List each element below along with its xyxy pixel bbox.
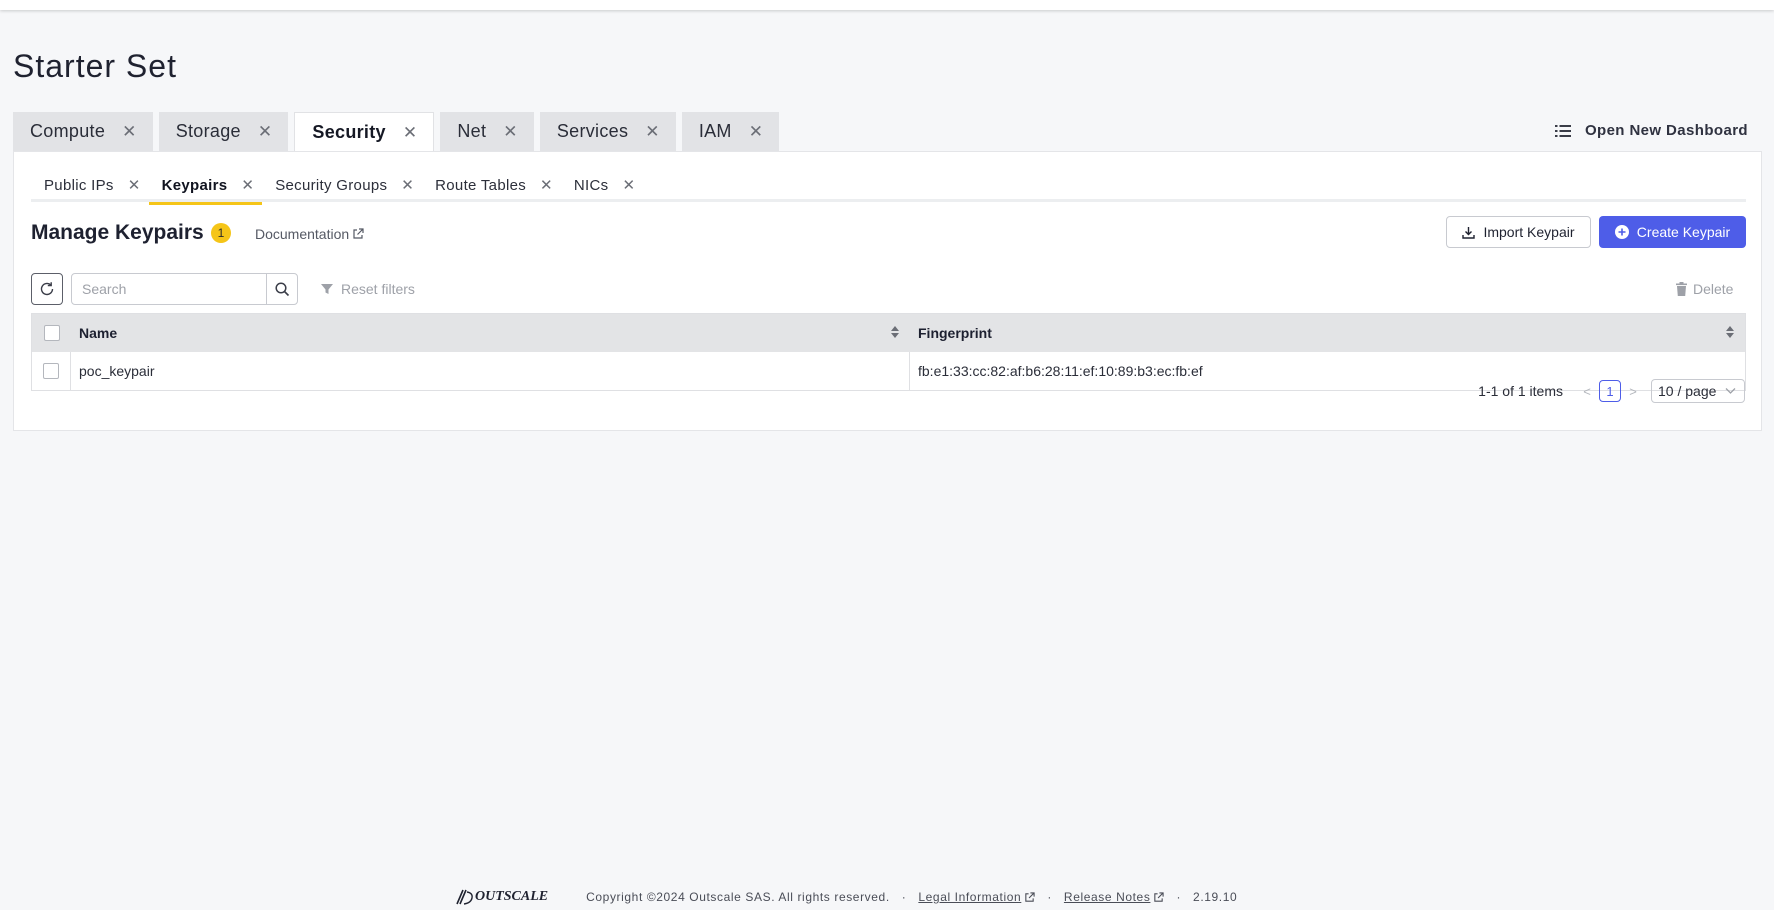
close-icon[interactable]: ✕: [540, 176, 553, 194]
close-icon[interactable]: ✕: [749, 122, 764, 142]
subtab-label: Security Groups: [275, 176, 388, 194]
subtab-label: Public IPs: [44, 176, 114, 194]
next-page-icon[interactable]: >: [1625, 384, 1641, 399]
tab-security[interactable]: Security ✕: [294, 112, 435, 152]
filter-icon: [321, 284, 333, 294]
delete-button[interactable]: Delete: [1676, 281, 1733, 297]
column-header-name[interactable]: Name: [71, 314, 910, 352]
sort-icon[interactable]: [890, 325, 900, 339]
3ds-logo-icon: [456, 889, 473, 905]
search-button[interactable]: [266, 273, 298, 305]
close-icon[interactable]: ✕: [401, 176, 414, 194]
page-number-button[interactable]: 1: [1599, 380, 1621, 402]
external-link-icon: [1025, 891, 1035, 902]
open-new-dashboard-button[interactable]: Open New Dashboard: [1554, 122, 1748, 139]
legal-information-link[interactable]: Legal Information: [918, 890, 1035, 904]
select-all-cell: [32, 314, 71, 352]
import-keypair-button[interactable]: Import Keypair: [1446, 216, 1591, 248]
outscale-logo: OUTSCALE: [455, 888, 548, 906]
subtab-public-ips[interactable]: Public IPs ✕: [31, 168, 149, 202]
section-title: Manage Keypairs: [31, 221, 204, 244]
legal-information-label: Legal Information: [918, 890, 1022, 904]
footer: OUTSCALE Copyright ©2024 Outscale SAS. A…: [455, 887, 1237, 907]
dashboard-tabs: Compute ✕ Storage ✕ Security ✕ Net ✕ Ser…: [13, 112, 785, 152]
subtab-route-tables[interactable]: Route Tables ✕: [422, 168, 561, 202]
close-icon[interactable]: ✕: [503, 122, 518, 142]
sort-icon[interactable]: [1725, 325, 1735, 339]
sub-tabs: Public IPs ✕ Keypairs ✕ Security Groups …: [31, 168, 1746, 205]
import-keypair-label: Import Keypair: [1483, 224, 1575, 240]
open-new-dashboard-label: Open New Dashboard: [1584, 122, 1748, 139]
trash-icon: [1676, 282, 1687, 296]
external-link-icon: [1154, 891, 1165, 902]
create-keypair-label: Create Keypair: [1636, 224, 1731, 240]
column-header-label: Name: [79, 325, 118, 341]
download-icon: [1462, 226, 1476, 239]
subtab-keypairs[interactable]: Keypairs ✕: [148, 168, 263, 205]
documentation-label: Documentation: [255, 226, 350, 242]
search-icon: [274, 281, 289, 296]
delete-label: Delete: [1693, 281, 1734, 297]
footer-separator: ·: [1047, 890, 1052, 904]
close-icon[interactable]: ✕: [258, 122, 273, 142]
column-header-label: Fingerprint: [918, 325, 992, 341]
close-icon[interactable]: ✕: [128, 176, 141, 194]
tab-label: Security: [312, 122, 386, 142]
row-checkbox[interactable]: [43, 363, 59, 379]
footer-separator: ·: [901, 890, 907, 904]
copyright-text: Copyright ©2024 Outscale SAS. All rights…: [586, 890, 890, 904]
tab-label: Compute: [30, 121, 106, 141]
subtab-label: NICs: [573, 176, 609, 194]
page-title: Starter Set: [13, 48, 177, 84]
version-text: 2.19.10: [1193, 890, 1238, 904]
pagination: 1-1 of 1 items < 1 > 10 / page: [1478, 379, 1745, 403]
tab-storage[interactable]: Storage ✕: [158, 112, 289, 151]
page-size-value: 10 / page: [1658, 383, 1717, 399]
close-icon[interactable]: ✕: [622, 176, 635, 194]
top-bar: [0, 0, 1774, 10]
column-header-fingerprint[interactable]: Fingerprint: [910, 314, 1745, 352]
row-select-cell: [32, 352, 71, 390]
refresh-icon: [40, 282, 54, 296]
close-icon[interactable]: ✕: [241, 176, 254, 194]
tab-label: Storage: [175, 121, 241, 141]
list-icon: [1554, 124, 1571, 137]
subtab-label: Route Tables: [435, 176, 527, 194]
pagination-total: 1-1 of 1 items: [1478, 383, 1563, 399]
tab-net[interactable]: Net ✕: [440, 112, 534, 151]
chevron-down-icon: [1725, 388, 1736, 394]
release-notes-link[interactable]: Release Notes: [1064, 890, 1165, 904]
tab-iam[interactable]: IAM ✕: [681, 112, 780, 151]
reset-filters-button[interactable]: Reset filters: [321, 281, 415, 297]
close-icon[interactable]: ✕: [645, 122, 660, 142]
tab-label: Services: [556, 121, 629, 141]
table-header: Name Fingerprint: [32, 314, 1745, 352]
subtab-security-groups[interactable]: Security Groups ✕: [262, 168, 422, 202]
reset-filters-label: Reset filters: [341, 281, 415, 297]
documentation-link[interactable]: Documentation: [255, 226, 364, 242]
close-icon[interactable]: ✕: [122, 122, 137, 142]
tab-label: Net: [457, 121, 487, 141]
count-badge: 1: [211, 223, 231, 243]
tab-label: IAM: [698, 121, 732, 141]
close-icon[interactable]: ✕: [403, 123, 418, 143]
prev-page-icon[interactable]: <: [1579, 384, 1595, 399]
refresh-button[interactable]: [31, 273, 63, 305]
select-all-checkbox[interactable]: [43, 325, 60, 341]
plus-circle-icon: [1614, 225, 1629, 239]
search-input[interactable]: [71, 273, 267, 305]
security-panel: Public IPs ✕ Keypairs ✕ Security Groups …: [13, 151, 1762, 431]
footer-separator: ·: [1176, 890, 1182, 904]
page-size-select[interactable]: 10 / page: [1651, 379, 1745, 403]
external-link-icon: [353, 228, 364, 239]
brand-name: OUTSCALE: [475, 889, 549, 904]
release-notes-label: Release Notes: [1063, 890, 1151, 904]
tab-compute[interactable]: Compute ✕: [13, 112, 153, 151]
subtab-nics[interactable]: NICs ✕: [561, 168, 643, 202]
create-keypair-button[interactable]: Create Keypair: [1599, 216, 1746, 248]
subtab-label: Keypairs: [161, 176, 228, 194]
keypair-name-cell: poc_keypair: [71, 352, 910, 390]
tab-services[interactable]: Services ✕: [539, 112, 676, 151]
